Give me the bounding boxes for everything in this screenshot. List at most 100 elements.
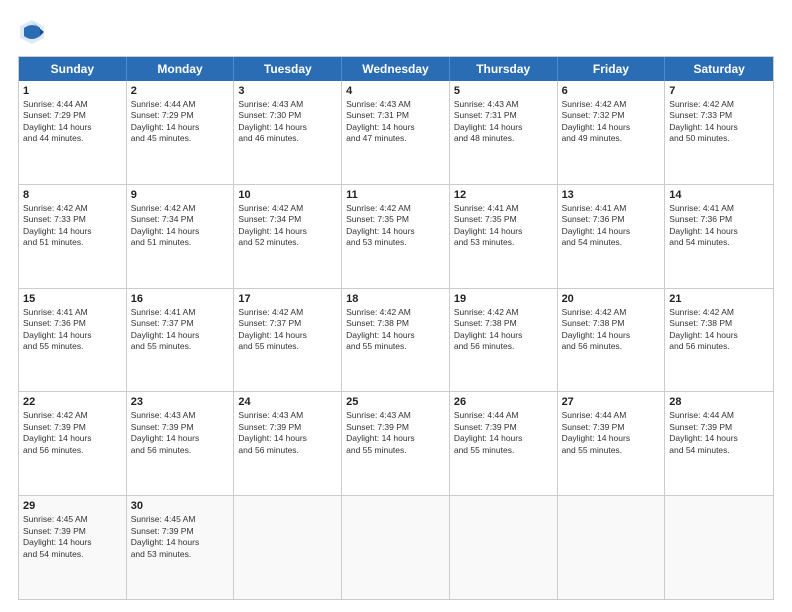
day-info-1: Sunrise: 4:44 AM Sunset: 7:29 PM Dayligh… — [23, 99, 122, 145]
header-cell-friday: Friday — [558, 57, 666, 81]
day-cell-21: 21 Sunrise: 4:42 AM Sunset: 7:38 PM Dayli… — [665, 289, 773, 392]
day-info-25: Sunrise: 4:43 AM Sunset: 7:39 PM Dayligh… — [346, 410, 445, 456]
day-cell-23: 23 Sunrise: 4:43 AM Sunset: 7:39 PM Dayli… — [127, 392, 235, 495]
empty-cell-4-6 — [665, 496, 773, 599]
day-cell-19: 19 Sunrise: 4:42 AM Sunset: 7:38 PM Dayli… — [450, 289, 558, 392]
day-info-3: Sunrise: 4:43 AM Sunset: 7:30 PM Dayligh… — [238, 99, 337, 145]
day-info-17: Sunrise: 4:42 AM Sunset: 7:37 PM Dayligh… — [238, 307, 337, 353]
logo-icon — [18, 18, 46, 46]
day-cell-4: 4 Sunrise: 4:43 AM Sunset: 7:31 PM Daylig… — [342, 81, 450, 184]
calendar-row-3: 22Sunrise: 4:42 AM Sunset: 7:39 PM Dayli… — [19, 391, 773, 495]
day-number-15: 15 — [23, 293, 122, 305]
day-info-27: Sunrise: 4:44 AM Sunset: 7:39 PM Dayligh… — [562, 410, 661, 456]
calendar-header-row: SundayMondayTuesdayWednesdayThursdayFrid… — [19, 57, 773, 81]
day-number-27: 27 — [562, 396, 661, 408]
day-number-12: 12 — [454, 189, 553, 201]
header-cell-wednesday: Wednesday — [342, 57, 450, 81]
day-cell-27: 27 Sunrise: 4:44 AM Sunset: 7:39 PM Dayli… — [558, 392, 666, 495]
day-cell-2: 2 Sunrise: 4:44 AM Sunset: 7:29 PM Daylig… — [127, 81, 235, 184]
day-number-11: 11 — [346, 189, 445, 201]
day-info-19: Sunrise: 4:42 AM Sunset: 7:38 PM Dayligh… — [454, 307, 553, 353]
day-info-13: Sunrise: 4:41 AM Sunset: 7:36 PM Dayligh… — [562, 203, 661, 249]
day-cell-9: 9Sunrise: 4:42 AM Sunset: 7:34 PM Daylig… — [127, 185, 235, 288]
day-cell-5: 5 Sunrise: 4:43 AM Sunset: 7:31 PM Daylig… — [450, 81, 558, 184]
day-number-8: 8 — [23, 189, 122, 201]
day-info-12: Sunrise: 4:41 AM Sunset: 7:35 PM Dayligh… — [454, 203, 553, 249]
day-number-30: 30 — [131, 500, 230, 512]
calendar-body: 1 Sunrise: 4:44 AM Sunset: 7:29 PM Daylig… — [19, 81, 773, 599]
day-number-14: 14 — [669, 189, 769, 201]
empty-cell-4-5 — [558, 496, 666, 599]
day-info-6: Sunrise: 4:42 AM Sunset: 7:32 PM Dayligh… — [562, 99, 661, 145]
day-number-22: 22 — [23, 396, 122, 408]
day-cell-3: 3 Sunrise: 4:43 AM Sunset: 7:30 PM Daylig… — [234, 81, 342, 184]
day-number-7: 7 — [669, 85, 769, 97]
day-number-17: 17 — [238, 293, 337, 305]
day-number-4: 4 — [346, 85, 445, 97]
day-cell-29: 29Sunrise: 4:45 AM Sunset: 7:39 PM Dayli… — [19, 496, 127, 599]
day-info-14: Sunrise: 4:41 AM Sunset: 7:36 PM Dayligh… — [669, 203, 769, 249]
calendar: SundayMondayTuesdayWednesdayThursdayFrid… — [18, 56, 774, 600]
header-cell-tuesday: Tuesday — [234, 57, 342, 81]
day-cell-18: 18Sunrise: 4:42 AM Sunset: 7:38 PM Dayli… — [342, 289, 450, 392]
day-number-10: 10 — [238, 189, 337, 201]
day-cell-13: 13Sunrise: 4:41 AM Sunset: 7:36 PM Dayli… — [558, 185, 666, 288]
day-info-4: Sunrise: 4:43 AM Sunset: 7:31 PM Dayligh… — [346, 99, 445, 145]
day-number-28: 28 — [669, 396, 769, 408]
day-cell-26: 26 Sunrise: 4:44 AM Sunset: 7:39 PM Dayli… — [450, 392, 558, 495]
header-cell-monday: Monday — [127, 57, 235, 81]
day-info-5: Sunrise: 4:43 AM Sunset: 7:31 PM Dayligh… — [454, 99, 553, 145]
header — [18, 18, 774, 46]
empty-cell-4-4 — [450, 496, 558, 599]
day-cell-8: 8 Sunrise: 4:42 AM Sunset: 7:33 PM Daylig… — [19, 185, 127, 288]
day-number-26: 26 — [454, 396, 553, 408]
calendar-row-1: 8 Sunrise: 4:42 AM Sunset: 7:33 PM Daylig… — [19, 184, 773, 288]
day-cell-20: 20 Sunrise: 4:42 AM Sunset: 7:38 PM Dayli… — [558, 289, 666, 392]
page: SundayMondayTuesdayWednesdayThursdayFrid… — [0, 0, 792, 612]
day-cell-16: 16Sunrise: 4:41 AM Sunset: 7:37 PM Dayli… — [127, 289, 235, 392]
day-number-16: 16 — [131, 293, 230, 305]
day-cell-28: 28 Sunrise: 4:44 AM Sunset: 7:39 PM Dayli… — [665, 392, 773, 495]
day-cell-11: 11 Sunrise: 4:42 AM Sunset: 7:35 PM Dayli… — [342, 185, 450, 288]
day-info-30: Sunrise: 4:45 AM Sunset: 7:39 PM Dayligh… — [131, 514, 230, 560]
day-info-2: Sunrise: 4:44 AM Sunset: 7:29 PM Dayligh… — [131, 99, 230, 145]
day-info-7: Sunrise: 4:42 AM Sunset: 7:33 PM Dayligh… — [669, 99, 769, 145]
calendar-row-4: 29Sunrise: 4:45 AM Sunset: 7:39 PM Dayli… — [19, 495, 773, 599]
day-number-6: 6 — [562, 85, 661, 97]
day-info-20: Sunrise: 4:42 AM Sunset: 7:38 PM Dayligh… — [562, 307, 661, 353]
day-cell-17: 17 Sunrise: 4:42 AM Sunset: 7:37 PM Dayli… — [234, 289, 342, 392]
empty-cell-4-3 — [342, 496, 450, 599]
header-cell-thursday: Thursday — [450, 57, 558, 81]
day-number-2: 2 — [131, 85, 230, 97]
header-cell-saturday: Saturday — [665, 57, 773, 81]
day-cell-30: 30 Sunrise: 4:45 AM Sunset: 7:39 PM Dayli… — [127, 496, 235, 599]
day-cell-10: 10 Sunrise: 4:42 AM Sunset: 7:34 PM Dayli… — [234, 185, 342, 288]
day-number-20: 20 — [562, 293, 661, 305]
day-cell-6: 6 Sunrise: 4:42 AM Sunset: 7:32 PM Daylig… — [558, 81, 666, 184]
logo — [18, 18, 50, 46]
day-number-3: 3 — [238, 85, 337, 97]
day-info-26: Sunrise: 4:44 AM Sunset: 7:39 PM Dayligh… — [454, 410, 553, 456]
day-info-18: Sunrise: 4:42 AM Sunset: 7:38 PM Dayligh… — [346, 307, 445, 353]
day-number-5: 5 — [454, 85, 553, 97]
day-cell-22: 22Sunrise: 4:42 AM Sunset: 7:39 PM Dayli… — [19, 392, 127, 495]
day-info-10: Sunrise: 4:42 AM Sunset: 7:34 PM Dayligh… — [238, 203, 337, 249]
day-info-8: Sunrise: 4:42 AM Sunset: 7:33 PM Dayligh… — [23, 203, 122, 249]
day-info-28: Sunrise: 4:44 AM Sunset: 7:39 PM Dayligh… — [669, 410, 769, 456]
day-number-23: 23 — [131, 396, 230, 408]
day-info-23: Sunrise: 4:43 AM Sunset: 7:39 PM Dayligh… — [131, 410, 230, 456]
day-info-24: Sunrise: 4:43 AM Sunset: 7:39 PM Dayligh… — [238, 410, 337, 456]
day-cell-25: 25Sunrise: 4:43 AM Sunset: 7:39 PM Dayli… — [342, 392, 450, 495]
day-cell-1: 1 Sunrise: 4:44 AM Sunset: 7:29 PM Daylig… — [19, 81, 127, 184]
day-info-11: Sunrise: 4:42 AM Sunset: 7:35 PM Dayligh… — [346, 203, 445, 249]
day-cell-14: 14 Sunrise: 4:41 AM Sunset: 7:36 PM Dayli… — [665, 185, 773, 288]
day-number-19: 19 — [454, 293, 553, 305]
day-info-21: Sunrise: 4:42 AM Sunset: 7:38 PM Dayligh… — [669, 307, 769, 353]
day-cell-12: 12 Sunrise: 4:41 AM Sunset: 7:35 PM Dayli… — [450, 185, 558, 288]
day-number-1: 1 — [23, 85, 122, 97]
day-number-21: 21 — [669, 293, 769, 305]
header-cell-sunday: Sunday — [19, 57, 127, 81]
day-cell-24: 24Sunrise: 4:43 AM Sunset: 7:39 PM Dayli… — [234, 392, 342, 495]
day-number-9: 9 — [131, 189, 230, 201]
calendar-row-0: 1 Sunrise: 4:44 AM Sunset: 7:29 PM Daylig… — [19, 81, 773, 184]
